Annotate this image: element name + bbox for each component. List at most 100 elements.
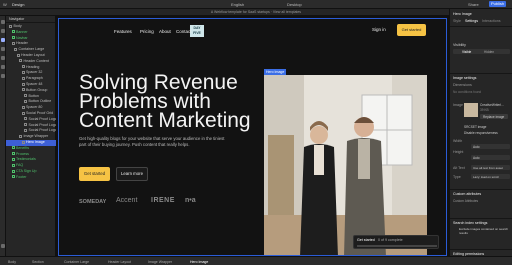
element-type-icon: [21, 111, 25, 115]
custom-attributes-sub: Custom Attributes: [453, 199, 479, 203]
element-type-icon: [11, 152, 15, 156]
locale-selector[interactable]: English: [231, 2, 244, 7]
pages-icon[interactable]: [1, 29, 5, 33]
visibility-visible[interactable]: Visible: [462, 50, 471, 54]
navigator-item-label: CTA Sign Up: [16, 169, 37, 173]
nav-get-started-button[interactable]: Get started: [397, 24, 426, 36]
get-started-button[interactable]: Get started: [79, 167, 110, 181]
breadcrumb-body[interactable]: Body: [8, 260, 16, 264]
element-type-icon: [24, 99, 27, 103]
breadcrumb-image-wrapper[interactable]: Image Wrapper: [148, 260, 172, 264]
dimensions-label: Dimensions: [453, 83, 472, 87]
element-type-icon: [24, 123, 27, 127]
share-button[interactable]: Share: [468, 2, 479, 7]
nav-link-contact[interactable]: Contact: [176, 29, 192, 34]
element-type-icon: [21, 140, 25, 144]
breadcrumb-hero-image[interactable]: Hero Image: [190, 260, 208, 264]
learn-more-button[interactable]: Learn more: [116, 167, 148, 181]
navigator-item-label: Social Proof Grid: [26, 111, 54, 115]
element-type-icon: [11, 36, 15, 40]
breadcrumb-container[interactable]: Container Large: [64, 260, 89, 264]
navigator-item-label: Process: [16, 151, 29, 156]
element-type-icon: [11, 30, 15, 34]
hero-image[interactable]: [264, 75, 427, 255]
breadcrumb-header-layout[interactable]: Header Layout: [108, 260, 131, 264]
navigator-item-label: Banner: [16, 29, 28, 34]
navigator-item-label: Benefits: [16, 145, 29, 150]
image-filename: CreativeWriterI...: [480, 103, 504, 107]
navigator-item-label: Social Proof Logo: [28, 128, 57, 133]
hero-paragraph: Get high-quality blogs for your website …: [79, 136, 225, 147]
disable-responsive-option[interactable]: Disable responsiveness: [464, 131, 498, 135]
image-label: Image: [453, 103, 463, 107]
components-icon[interactable]: [1, 47, 5, 51]
brand-logo-na: n•a: [185, 197, 196, 204]
nav-link-about[interactable]: About: [159, 29, 171, 34]
no-conditions-text: No conditions found: [453, 90, 482, 94]
element-type-icon: [14, 47, 17, 51]
navigator-item-label: Spacer 32: [26, 70, 43, 75]
navigator-item-label: Header Content: [23, 58, 49, 63]
navigator-item-label: Hero Image: [26, 140, 45, 144]
width-label: Width: [453, 139, 463, 143]
tab-interactions[interactable]: Interactions: [482, 19, 501, 23]
nav-link-features[interactable]: Features: [114, 29, 132, 34]
navigator-icon[interactable]: [1, 38, 5, 42]
image-thumbnail[interactable]: [464, 103, 478, 117]
navigator-panel: Navigator Body Banner Navbar Header Containe…: [6, 16, 57, 256]
signin-link[interactable]: Sign in: [372, 25, 386, 35]
toast-title: Get started: [357, 238, 375, 242]
navigator-item-label: Image Wrapper: [23, 134, 49, 139]
site-preview[interactable]: DAY FIVE Features Pricing About Contact …: [58, 18, 447, 256]
width-value: Auto: [473, 144, 480, 149]
replace-image-label: Replace image: [483, 114, 505, 119]
template-notice[interactable]: A Webflow template for SaaS startups · V…: [0, 9, 512, 16]
style-panel: Hero Image Style Settings Interactions V…: [449, 9, 512, 256]
site-logo[interactable]: DAY FIVE: [190, 25, 204, 37]
nav-link-pricing[interactable]: Pricing: [140, 29, 154, 34]
tab-style[interactable]: Style: [453, 19, 461, 23]
mode-selector[interactable]: Design: [12, 2, 24, 7]
element-type-icon: [21, 88, 25, 92]
assets-icon[interactable]: [1, 65, 5, 69]
navigator-item-label: Button Group: [26, 87, 48, 92]
navigator-item-label: Container Large: [18, 47, 45, 52]
element-type-icon: [11, 146, 15, 150]
help-icon[interactable]: [1, 244, 5, 248]
navigator-item-label: Social Proof Logo: [28, 122, 57, 127]
navigator-item[interactable]: Footer: [6, 175, 56, 181]
getting-started-widget[interactable]: Get started 0 of 9 complete: [353, 235, 439, 249]
element-type-icon: [11, 175, 15, 179]
element-type-icon: [21, 76, 25, 80]
alt-text-value: Use alt text from asset: [473, 165, 503, 170]
element-type-icon: [21, 105, 25, 109]
navigator-item-label: Paragraph: [26, 76, 43, 81]
cms-icon[interactable]: [1, 74, 5, 78]
navigator-item-label: Footer: [16, 174, 27, 179]
webflow-logo-icon[interactable]: W: [3, 2, 7, 7]
navigator-item-label: Header: [16, 41, 28, 46]
element-type-icon: [24, 128, 27, 132]
navigator-item-label: FAQ: [16, 163, 24, 168]
logo-text-bottom: FIVE: [193, 31, 201, 35]
publish-button[interactable]: Publish: [489, 1, 507, 7]
navigator-item-label: Social Proof Logo: [28, 116, 57, 121]
divider: [450, 189, 512, 190]
breadcrumb-section[interactable]: Section: [32, 260, 44, 264]
search-exclude-option[interactable]: Exclude images contained on search resul…: [459, 227, 511, 235]
load-type-value: Lazy: load on scroll: [473, 174, 499, 179]
navigator-item-label: Spacer 48: [26, 82, 43, 86]
toast-progress-text: 0 of 9 complete: [378, 238, 403, 242]
add-icon[interactable]: [1, 20, 5, 24]
breakpoint-selector[interactable]: Desktop: [287, 2, 302, 7]
tab-settings[interactable]: Settings: [465, 19, 478, 23]
visibility-hidden[interactable]: Hidden: [484, 50, 494, 54]
selected-element-label: Hero Image: [453, 12, 472, 16]
navigator-item-label: Spacer 80: [26, 105, 43, 110]
element-type-icon: [11, 157, 15, 161]
srcset-option[interactable]: SRCSET image: [464, 125, 486, 129]
navigator-item-label: Testimonials: [16, 157, 36, 162]
variables-icon[interactable]: [1, 56, 5, 60]
brand-logo-irene: IRENE: [151, 197, 175, 204]
element-type-icon: [21, 82, 25, 86]
